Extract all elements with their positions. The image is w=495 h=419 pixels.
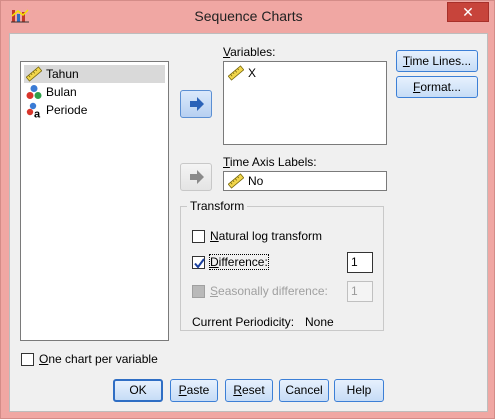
time-axis-labels-label: Time Axis Labels: bbox=[223, 155, 317, 169]
time-axis-value-label: No bbox=[248, 174, 264, 188]
difference-label: Difference: bbox=[209, 254, 269, 270]
source-list-item-tahun[interactable]: Tahun bbox=[24, 65, 165, 83]
close-button[interactable]: ✕ bbox=[447, 2, 489, 22]
window-title: Sequence Charts bbox=[194, 8, 303, 24]
seasonal-difference-label: Seasonally difference: bbox=[210, 284, 328, 298]
seasonal-difference-field[interactable]: 1 bbox=[347, 281, 373, 302]
dialog-body: Tahun Bulan a Periode Variables: X Time … bbox=[9, 33, 488, 412]
current-periodicity-label: Current Periodicity: bbox=[192, 315, 295, 329]
source-variable-list[interactable]: Tahun Bulan a Periode bbox=[20, 61, 169, 341]
move-to-variables-button[interactable] bbox=[180, 90, 212, 118]
ruler-scale-icon bbox=[228, 65, 244, 81]
svg-text:a: a bbox=[34, 109, 41, 119]
variables-list-item-label: X bbox=[248, 66, 257, 80]
title-bar[interactable]: Sequence Charts ✕ bbox=[1, 1, 495, 33]
current-periodicity-value: None bbox=[305, 315, 334, 329]
time-axis-labels-field[interactable]: No bbox=[223, 171, 387, 191]
ruler-scale-icon bbox=[26, 66, 42, 82]
source-list-item-label: Periode bbox=[46, 103, 88, 117]
difference-checkbox[interactable] bbox=[192, 256, 205, 269]
nominal-string-icon: a bbox=[26, 102, 41, 119]
natural-log-label: Natural log transform bbox=[210, 229, 323, 243]
variables-label: Variables: bbox=[223, 45, 276, 59]
one-chart-per-variable-label: One chart per variable bbox=[39, 352, 158, 366]
right-arrow-icon bbox=[190, 97, 204, 111]
reset-button[interactable]: Reset bbox=[225, 379, 273, 402]
format-button[interactable]: Format... bbox=[396, 76, 478, 98]
ruler-scale-icon bbox=[228, 173, 244, 189]
ordinal-balls-icon bbox=[26, 85, 42, 99]
source-list-item-label: Bulan bbox=[46, 85, 77, 99]
source-list-item-label: Tahun bbox=[46, 67, 79, 81]
ok-button[interactable]: OK bbox=[113, 379, 163, 402]
sequence-charts-dialog: Sequence Charts ✕ Tahun Bulan a Periode … bbox=[0, 0, 495, 419]
help-button[interactable]: Help bbox=[334, 379, 384, 402]
one-chart-per-variable-checkbox[interactable] bbox=[21, 353, 34, 366]
variables-list[interactable]: X bbox=[223, 61, 387, 145]
move-to-time-axis-button[interactable] bbox=[180, 163, 212, 191]
cancel-button[interactable]: Cancel bbox=[279, 379, 329, 402]
close-icon: ✕ bbox=[462, 4, 474, 20]
right-arrow-icon bbox=[190, 170, 204, 184]
checkmark-icon bbox=[194, 258, 205, 269]
difference-order-field[interactable]: 1 bbox=[347, 252, 373, 273]
seasonal-difference-checkbox[interactable] bbox=[192, 285, 205, 298]
paste-button[interactable]: Paste bbox=[170, 379, 218, 402]
time-lines-button[interactable]: Time Lines... bbox=[396, 50, 478, 72]
natural-log-checkbox[interactable] bbox=[192, 230, 205, 243]
transform-group-title: Transform bbox=[187, 199, 248, 213]
